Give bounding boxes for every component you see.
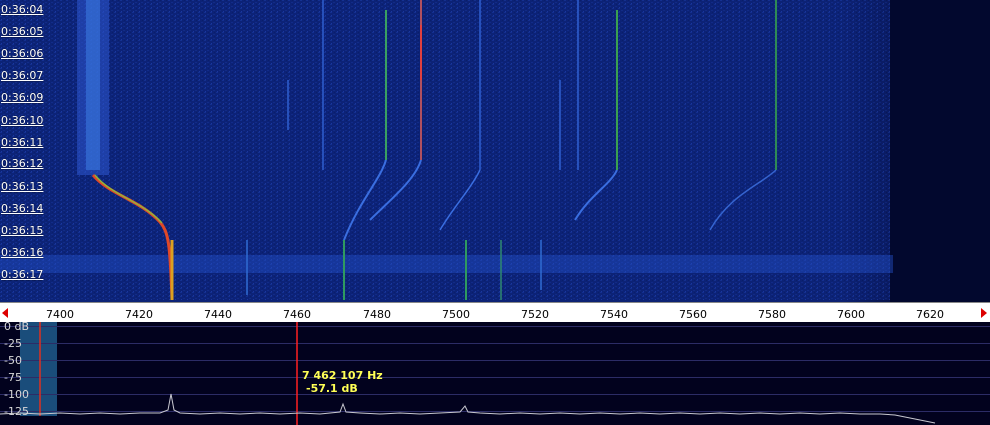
time-label: 0:36:10 bbox=[1, 114, 44, 127]
time-label: 0:36:12 bbox=[1, 157, 44, 170]
freq-tick-label: 7440 bbox=[204, 308, 232, 321]
db-scale-label: 0 dB bbox=[4, 320, 30, 333]
db-scale-label: -125 bbox=[4, 405, 29, 418]
freq-tick-label: 7620 bbox=[916, 308, 944, 321]
db-scale-label: -75 bbox=[4, 371, 22, 384]
freq-tick-label: 7560 bbox=[679, 308, 707, 321]
waterfall-dead-zone bbox=[890, 0, 990, 302]
spectrum-background bbox=[0, 322, 990, 425]
interference-band bbox=[0, 255, 893, 273]
scroll-left-arrow-icon[interactable] bbox=[2, 308, 8, 318]
time-label: 0:36:09 bbox=[1, 91, 44, 104]
freq-tick-label: 7460 bbox=[283, 308, 311, 321]
time-label: 0:36:14 bbox=[1, 202, 44, 215]
freq-tick-label: 7520 bbox=[521, 308, 549, 321]
freq-tick-label: 7600 bbox=[837, 308, 865, 321]
time-label: 0:36:17 bbox=[1, 268, 44, 281]
freq-tick-label: 7420 bbox=[125, 308, 153, 321]
freq-tick-label: 7480 bbox=[363, 308, 391, 321]
scroll-right-arrow-icon[interactable] bbox=[981, 308, 987, 318]
freq-tick-label: 7500 bbox=[442, 308, 470, 321]
time-label: 0:36:15 bbox=[1, 224, 44, 237]
time-label: 0:36:05 bbox=[1, 25, 44, 38]
spectrum-canvas[interactable] bbox=[0, 322, 990, 425]
filter-passband bbox=[20, 322, 57, 416]
db-scale-label: -50 bbox=[4, 354, 22, 367]
time-label: 0:36:04 bbox=[1, 3, 44, 16]
freq-tick-label: 7580 bbox=[758, 308, 786, 321]
waterfall-display[interactable]: 0:36:04 0:36:05 0:36:06 0:36:07 0:36:09 … bbox=[0, 0, 990, 302]
time-label: 0:36:16 bbox=[1, 246, 44, 259]
time-label: 0:36:13 bbox=[1, 180, 44, 193]
cursor-readout: 7 462 107 Hz -57.1 dB bbox=[302, 369, 383, 395]
time-label: 0:36:07 bbox=[1, 69, 44, 82]
frequency-scale[interactable]: 7400 7420 7440 7460 7480 7500 7520 7540 … bbox=[0, 302, 990, 322]
waterfall-canvas[interactable] bbox=[0, 0, 990, 302]
cursor-frequency: 7 462 107 Hz bbox=[302, 369, 383, 382]
freq-tick-label: 7540 bbox=[600, 308, 628, 321]
db-scale-label: -25 bbox=[4, 337, 22, 350]
freq-tick-label: 7400 bbox=[46, 308, 74, 321]
spectrum-analyzer-window: 0:36:04 0:36:05 0:36:06 0:36:07 0:36:09 … bbox=[0, 0, 990, 425]
spectrum-display[interactable]: 0 dB -25 -50 -75 -100 -125 7 462 107 Hz … bbox=[0, 320, 990, 425]
cursor-level: -57.1 dB bbox=[306, 382, 358, 395]
time-label: 0:36:11 bbox=[1, 136, 44, 149]
time-label: 0:36:06 bbox=[1, 47, 44, 60]
db-scale-label: -100 bbox=[4, 388, 29, 401]
